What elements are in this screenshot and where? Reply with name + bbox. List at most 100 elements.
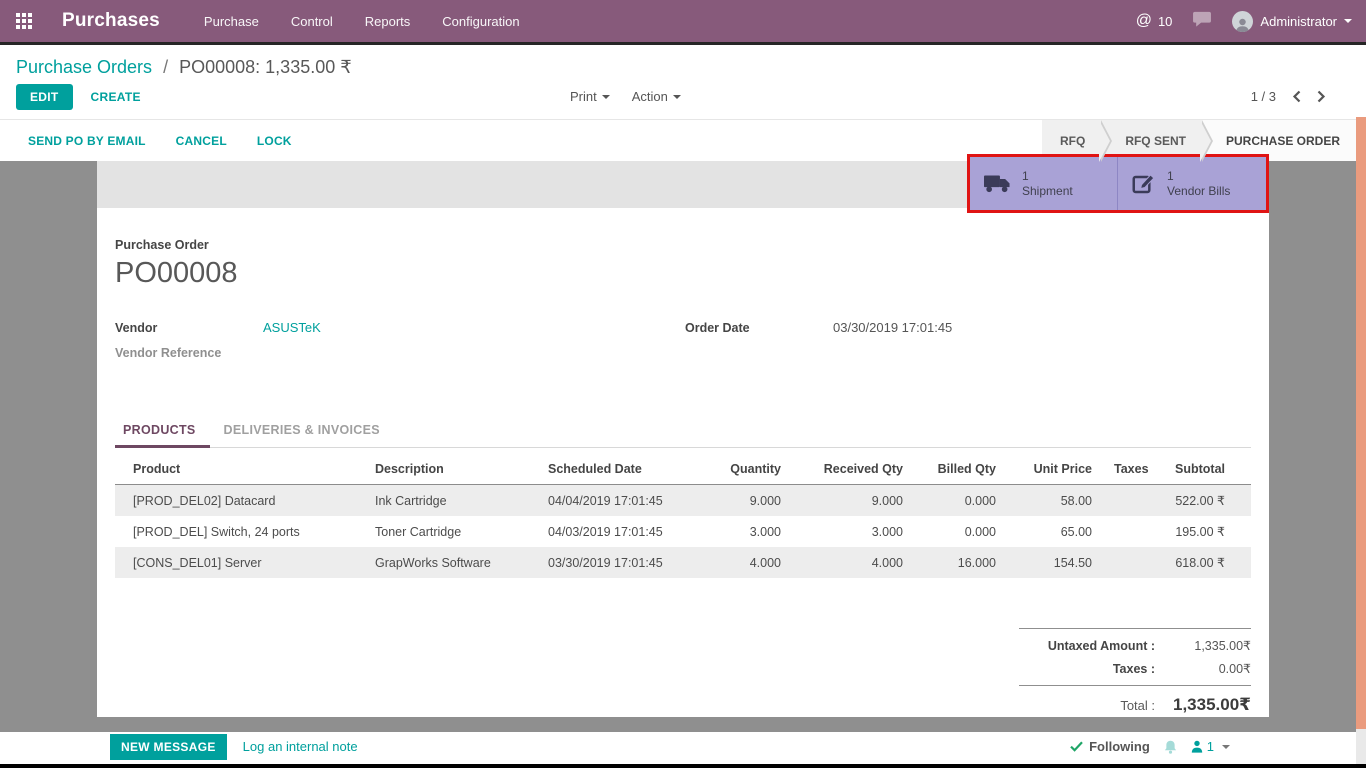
cell-scheduled-date: 03/30/2019 17:01:45 — [540, 547, 702, 578]
vendor-label: Vendor — [115, 321, 263, 335]
field-group-left: Vendor ASUSTeK Vendor Reference — [115, 320, 685, 371]
chevron-down-icon — [1222, 745, 1230, 749]
messages-icon[interactable] — [1192, 11, 1212, 31]
cell-subtotal: 195.00 ₹ — [1162, 516, 1251, 547]
menu-purchase[interactable]: Purchase — [204, 14, 259, 29]
col-product[interactable]: Product — [115, 454, 367, 485]
field-group-right: Order Date 03/30/2019 17:01:45 — [685, 320, 952, 371]
activity-count: 10 — [1158, 14, 1172, 29]
top-navbar: Purchases Purchase Control Reports Confi… — [0, 0, 1366, 45]
action-dropdown[interactable]: Action — [632, 89, 681, 104]
cell-received-qty: 9.000 — [795, 485, 917, 517]
app-name[interactable]: Purchases — [62, 10, 160, 32]
action-label: Action — [632, 89, 668, 104]
breadcrumb-purchase-orders[interactable]: Purchase Orders — [16, 57, 152, 77]
cell-subtotal: 618.00 ₹ — [1162, 547, 1251, 578]
bell-icon[interactable] — [1163, 739, 1178, 755]
truck-icon — [984, 174, 1011, 193]
apps-grid-icon[interactable] — [16, 11, 36, 31]
chevron-down-icon — [1344, 19, 1352, 23]
tab-deliveries-invoices[interactable]: DELIVERIES & INVOICES — [210, 413, 394, 448]
col-scheduled-date[interactable]: Scheduled Date — [540, 454, 702, 485]
navbar-right: @ 10 Administrator — [1136, 11, 1352, 32]
avatar — [1232, 11, 1253, 32]
cancel-button[interactable]: CANCEL — [176, 134, 227, 148]
user-menu[interactable]: Administrator — [1232, 11, 1352, 32]
chatter-right: Following 1 — [1070, 739, 1230, 755]
pager-next-icon[interactable] — [1317, 90, 1326, 103]
breadcrumb: Purchase Orders / PO00008: 1,335.00 ₹ — [0, 45, 1366, 81]
field-vendor-reference: Vendor Reference — [115, 346, 685, 360]
col-quantity[interactable]: Quantity — [702, 454, 795, 485]
send-po-by-email-button[interactable]: SEND PO BY EMAIL — [28, 134, 146, 148]
chatter-bar: NEW MESSAGE Log an internal note Followi… — [0, 732, 1366, 761]
cell-taxes — [1106, 516, 1162, 547]
table-header-row: Product Description Scheduled Date Quant… — [115, 454, 1251, 485]
doc-type-label: Purchase Order — [115, 208, 1251, 252]
log-internal-note-button[interactable]: Log an internal note — [243, 739, 358, 754]
sheet-body: Purchase Order PO00008 Vendor ASUSTeK Ve… — [97, 208, 1269, 719]
menu-configuration[interactable]: Configuration — [442, 14, 519, 29]
col-subtotal[interactable]: Subtotal — [1162, 454, 1251, 485]
table-row[interactable]: [PROD_DEL] Switch, 24 ports Toner Cartri… — [115, 516, 1251, 547]
cell-received-qty: 4.000 — [795, 547, 917, 578]
pager: 1 / 3 — [1251, 89, 1350, 104]
pager-previous-icon[interactable] — [1292, 90, 1301, 103]
user-name: Administrator — [1260, 14, 1337, 29]
vendor-bills-count: 1 — [1167, 169, 1230, 184]
menu-control[interactable]: Control — [291, 14, 333, 29]
vendor-bills-label: Vendor Bills — [1167, 184, 1230, 199]
edit-button[interactable]: EDIT — [16, 84, 73, 110]
col-received-qty[interactable]: Received Qty — [795, 454, 917, 485]
statusbar-buttons: SEND PO BY EMAIL CANCEL LOCK — [0, 120, 292, 161]
lock-button[interactable]: LOCK — [257, 134, 292, 148]
col-taxes[interactable]: Taxes — [1106, 454, 1162, 485]
untaxed-amount-row: Untaxed Amount : 1,335.00₹ — [1019, 634, 1251, 657]
shipment-smart-button[interactable]: 1 Shipment — [970, 157, 1118, 210]
vendor-value-link[interactable]: ASUSTeK — [263, 320, 321, 335]
breadcrumb-current: PO00008: 1,335.00 ₹ — [179, 57, 352, 77]
cp-dropdowns: Print Action — [570, 89, 681, 104]
apps-grid-icon-svg — [16, 13, 32, 29]
cell-subtotal: 522.00 ₹ — [1162, 485, 1251, 517]
cell-unit-price: 154.50 — [1010, 547, 1106, 578]
cell-taxes — [1106, 485, 1162, 517]
followers-menu[interactable]: 1 — [1191, 739, 1230, 754]
taxes-value: 0.00₹ — [1155, 661, 1251, 676]
scrollbar-thumb[interactable] — [1356, 117, 1366, 729]
tab-products[interactable]: PRODUCTS — [115, 413, 210, 448]
print-dropdown[interactable]: Print — [570, 89, 610, 104]
col-unit-price[interactable]: Unit Price — [1010, 454, 1106, 485]
following-label: Following — [1089, 739, 1150, 754]
order-lines-table: Product Description Scheduled Date Quant… — [115, 454, 1251, 578]
menu-reports[interactable]: Reports — [365, 14, 411, 29]
bottom-strip — [0, 764, 1366, 768]
chevron-down-icon — [602, 95, 610, 99]
shipment-label: Shipment — [1022, 184, 1073, 199]
field-group: Vendor ASUSTeK Vendor Reference Order Da… — [115, 320, 1251, 371]
cell-quantity: 9.000 — [702, 485, 795, 517]
person-icon — [1191, 740, 1203, 753]
activities-counter[interactable]: @ 10 — [1136, 12, 1173, 30]
vendor-bills-smart-button-text: 1 Vendor Bills — [1167, 169, 1230, 199]
field-order-date: Order Date 03/30/2019 17:01:45 — [685, 320, 952, 335]
cell-description: Toner Cartridge — [367, 516, 540, 547]
cell-quantity: 4.000 — [702, 547, 795, 578]
col-billed-qty[interactable]: Billed Qty — [917, 454, 1010, 485]
vendor-bills-smart-button[interactable]: 1 Vendor Bills — [1118, 157, 1266, 210]
notebook-tabs: PRODUCTS DELIVERIES & INVOICES — [115, 413, 1251, 448]
col-description[interactable]: Description — [367, 454, 540, 485]
taxes-label: Taxes : — [1019, 662, 1155, 676]
cell-scheduled-date: 04/03/2019 17:01:45 — [540, 516, 702, 547]
total-value: 1,335.00₹ — [1155, 695, 1251, 715]
cell-unit-price: 58.00 — [1010, 485, 1106, 517]
field-vendor: Vendor ASUSTeK — [115, 320, 685, 335]
following-toggle[interactable]: Following — [1070, 739, 1150, 754]
create-button[interactable]: CREATE — [91, 90, 141, 104]
control-panel-buttons: EDIT CREATE Print Action 1 / 3 — [0, 81, 1366, 119]
table-row[interactable]: [PROD_DEL02] Datacard Ink Cartridge 04/0… — [115, 485, 1251, 517]
pager-value: 1 / 3 — [1251, 89, 1276, 104]
untaxed-amount-value: 1,335.00₹ — [1155, 638, 1251, 653]
table-row[interactable]: [CONS_DEL01] Server GrapWorks Software 0… — [115, 547, 1251, 578]
new-message-button[interactable]: NEW MESSAGE — [110, 734, 227, 760]
